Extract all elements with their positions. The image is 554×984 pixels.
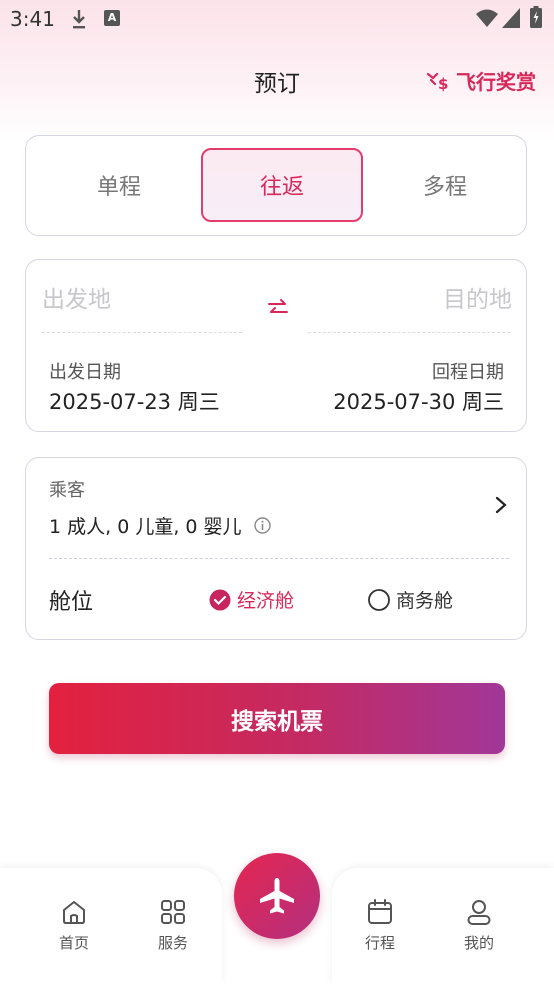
tab-one-way[interactable]: 单程 — [38, 148, 200, 222]
battery-icon — [530, 6, 542, 28]
rewards-icon: $ — [426, 72, 448, 92]
depart-date-label: 出发日期 — [49, 362, 121, 383]
origin-field[interactable]: 出发地 — [42, 280, 111, 314]
tab-multi-city[interactable]: 多程 — [364, 148, 526, 222]
user-icon — [467, 900, 491, 925]
swap-icon[interactable] — [266, 296, 290, 320]
passenger-label: 乘客 — [49, 480, 85, 501]
trip-type-selector: 单程 往返 多程 — [25, 135, 527, 236]
nav-profile-label: 我的 — [463, 934, 494, 952]
nav-trips[interactable]: 行程 — [350, 898, 410, 953]
flight-booking-fab[interactable] — [234, 853, 320, 939]
passenger-cabin-card: 乘客 1 成人, 0 儿童, 0 婴儿 舱位 经济舱 商务舱 — [25, 457, 527, 640]
origin-divider — [42, 332, 242, 333]
cabin-option-economy[interactable]: 经济舱 — [209, 586, 294, 613]
route-card: 出发地 目的地 出发日期 回程日期 2025-07-23 周三 2025-07-… — [25, 259, 527, 432]
passenger-count: 1 成人, 0 儿童, 0 婴儿 — [49, 516, 242, 538]
nav-home[interactable]: 首页 — [44, 898, 104, 953]
radio-unchecked-icon — [368, 588, 390, 611]
home-icon — [63, 901, 85, 924]
passenger-selector[interactable]: 1 成人, 0 儿童, 0 婴儿 — [49, 512, 271, 539]
download-icon — [73, 10, 85, 29]
calendar-icon — [368, 899, 392, 924]
cabin-label: 舱位 — [49, 590, 94, 615]
nav-profile[interactable]: 我的 — [449, 898, 509, 953]
info-icon[interactable] — [253, 517, 271, 534]
nav-home-label: 首页 — [58, 934, 89, 952]
flight-rewards-link[interactable]: $ 飞行奖赏 — [426, 66, 536, 95]
rewards-label: 飞行奖赏 — [456, 70, 536, 94]
status-time: 3:41 — [10, 7, 55, 31]
search-flights-button[interactable]: 搜索机票 — [49, 683, 505, 754]
tab-round-trip[interactable]: 往返 — [201, 148, 363, 222]
cabin-option-business[interactable]: 商务舱 — [368, 586, 453, 613]
nav-services-label: 服务 — [157, 934, 188, 952]
status-bar: 3:41 A — [0, 0, 554, 40]
destination-divider — [308, 332, 510, 333]
wifi-icon — [476, 9, 498, 27]
nav-services[interactable]: 服务 — [143, 898, 203, 953]
destination-field[interactable]: 目的地 — [443, 280, 512, 314]
depart-date-value[interactable]: 2025-07-23 周三 — [49, 386, 220, 416]
economy-label: 经济舱 — [237, 590, 295, 612]
radio-checked-icon — [209, 589, 231, 610]
passenger-divider — [49, 558, 509, 559]
return-date-value[interactable]: 2025-07-30 周三 — [333, 386, 504, 416]
app-notification-icon: A — [104, 10, 120, 26]
business-label: 商务舱 — [396, 590, 454, 612]
grid-icon — [161, 900, 185, 924]
nav-trips-label: 行程 — [364, 934, 395, 952]
signal-icon — [502, 8, 520, 28]
svg-text:$: $ — [438, 75, 448, 92]
return-date-label: 回程日期 — [432, 362, 504, 383]
chevron-right-icon[interactable] — [494, 496, 508, 514]
airplane-icon — [260, 878, 294, 914]
